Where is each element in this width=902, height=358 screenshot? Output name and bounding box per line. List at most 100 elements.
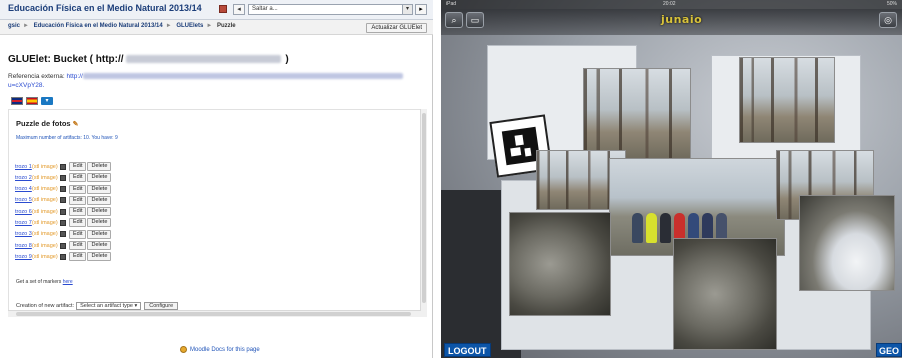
artifact-link[interactable]: trozo 6 [15, 209, 32, 215]
artifact-type-value: Select an artifact type [80, 303, 133, 309]
artifact-type: (stl image) [32, 208, 58, 215]
list-item: trozo 7 (stl image) Edit Delete [15, 217, 112, 228]
delete-button[interactable]: Delete [87, 162, 112, 171]
artifact-list: trozo 1 (stl image) Edit Delete trozo 2 (stl… [15, 161, 112, 263]
edit-button[interactable]: Edit [69, 229, 87, 239]
edit-button[interactable]: Edit [69, 184, 87, 194]
puzzle-piece[interactable] [583, 68, 691, 160]
vertical-scrollbar[interactable] [420, 109, 427, 317]
puzzle-piece[interactable] [739, 57, 835, 143]
chevron-down-icon: ▾ [402, 5, 412, 14]
delete-button[interactable]: Delete [87, 218, 112, 228]
delete-button[interactable]: Delete [87, 207, 112, 217]
update-gluelet-button[interactable]: Actualizar GLUElet [366, 23, 427, 33]
jump-to-select[interactable]: Saltar a... ▾ [248, 4, 413, 15]
jump-forward-button[interactable]: ▸ [415, 4, 427, 15]
artifact-link[interactable]: trozo 2 [15, 175, 32, 181]
artifact-type: (stl image) [32, 253, 58, 260]
scrollbar-thumb[interactable] [422, 113, 426, 303]
puzzle-piece[interactable] [509, 212, 611, 316]
moodle-panel: Educación Física en el Medio Natural 201… [0, 0, 433, 358]
external-ref-link-prefix: http:// [66, 73, 83, 80]
geo-button[interactable]: GEO [875, 343, 902, 357]
puzzle-piece[interactable] [799, 195, 895, 291]
delete-button[interactable]: Delete [87, 241, 112, 251]
gluelet-title-suffix: ) [282, 54, 289, 65]
edit-button[interactable]: Edit [69, 241, 87, 251]
person-figure [660, 213, 671, 243]
markers-link[interactable]: here [63, 279, 73, 285]
delete-button[interactable]: Delete [87, 184, 112, 194]
list-item: trozo 1 (stl image) Edit Delete [15, 161, 112, 172]
search-icon[interactable]: ⌕ [445, 12, 463, 28]
artifact-link[interactable]: trozo 3 [15, 231, 32, 237]
puzzle-title: Puzzle de fotos ✎ [16, 119, 78, 128]
list-item: trozo 4 (stl image) Edit Delete [15, 184, 112, 195]
help-icon [180, 346, 187, 353]
delete-button[interactable]: Delete [87, 252, 112, 262]
delete-button[interactable]: Delete [87, 173, 112, 183]
artifact-link[interactable]: trozo 7 [15, 220, 32, 226]
breadcrumb-item[interactable]: GLUElets [176, 23, 203, 29]
jump-to-placeholder: Saltar a... [252, 6, 278, 12]
horizontal-scrollbar[interactable] [8, 310, 421, 317]
ios-status-bar: iPad 20:02 50% [441, 0, 902, 9]
scan-icon[interactable]: ◎ [879, 12, 897, 28]
battery-level: 50% [886, 1, 897, 7]
breadcrumb-item[interactable]: gsic [8, 23, 20, 29]
screen-icon[interactable]: ▭ [466, 12, 484, 28]
artifact-link[interactable]: trozo 9 [15, 254, 32, 260]
marker-cell [510, 147, 522, 157]
artifact-link[interactable]: trozo 5 [15, 197, 32, 203]
edit-button[interactable]: Edit [69, 162, 87, 171]
gluelet-title-prefix: GLUElet: Bucket ( http:// [8, 54, 124, 65]
gluelet-title: GLUElet: Bucket ( http:// ) [8, 54, 289, 65]
artifact-type: (stl image) [32, 219, 58, 226]
artifact-link[interactable]: trozo 4 [15, 186, 32, 192]
external-ref-link[interactable]: http:// u=cXVpY28. [8, 73, 403, 89]
delete-button[interactable]: Delete [87, 229, 112, 239]
pencil-icon[interactable]: ✎ [73, 121, 79, 128]
redacted-url [125, 55, 281, 64]
edit-button[interactable]: Edit [69, 195, 87, 205]
scrollbar-thumb[interactable] [16, 312, 411, 316]
image-icon [60, 186, 66, 193]
device-label: iPad [446, 1, 457, 7]
image-icon [60, 231, 66, 238]
logout-button[interactable]: LOGOUT [444, 343, 491, 357]
moodle-docs-link[interactable]: Moodle Docs for this page [190, 347, 260, 353]
new-artifact-form: Creation of new artifact: Select an arti… [16, 302, 179, 310]
moodle-header: Educación Física en el Medio Natural 201… [0, 0, 433, 20]
configure-button[interactable]: Configure [144, 302, 179, 310]
artifact-type: (stl image) [32, 174, 58, 181]
language-dropdown-icon[interactable]: ▾ [41, 97, 53, 105]
jump-back-button[interactable]: ◂ [233, 4, 245, 15]
course-menu-icon[interactable] [219, 5, 227, 13]
spanish-flag-icon[interactable] [26, 97, 38, 105]
edit-button[interactable]: Edit [69, 252, 87, 262]
artifact-link[interactable]: trozo 8 [15, 243, 32, 249]
list-item: trozo 9 (stl image) Edit Delete [15, 251, 112, 262]
breadcrumb-current: Puzzle [216, 23, 236, 29]
edit-button[interactable]: Edit [69, 207, 87, 217]
creation-label: Creation of new artifact: [16, 303, 75, 309]
edit-button[interactable]: Edit [69, 173, 87, 183]
image-icon [60, 174, 66, 181]
edit-button[interactable]: Edit [69, 218, 87, 228]
artifact-type-select[interactable]: Select an artifact type ▾ [76, 302, 142, 310]
markers-note: Get a set of markers here [16, 279, 73, 285]
puzzle-title-text: Puzzle de fotos [16, 119, 71, 128]
puzzle-piece[interactable] [673, 238, 777, 350]
image-icon [60, 163, 66, 170]
list-item: trozo 5 (stl image) Edit Delete [15, 195, 112, 206]
person-figure [646, 213, 657, 243]
breadcrumb: gsic ► Educación Física en el Medio Natur… [8, 23, 236, 29]
delete-button[interactable]: Delete [87, 195, 112, 205]
artifact-type: (stl image) [32, 197, 58, 204]
artifact-type: (stl image) [32, 242, 58, 249]
english-flag-icon[interactable] [11, 97, 23, 105]
breadcrumb-separator-icon: ► [23, 23, 29, 29]
markers-text: Get a set of markers [16, 279, 62, 285]
breadcrumb-item[interactable]: Educación Física en el Medio Natural 201… [34, 23, 163, 29]
artifact-link[interactable]: trozo 1 [15, 164, 32, 170]
